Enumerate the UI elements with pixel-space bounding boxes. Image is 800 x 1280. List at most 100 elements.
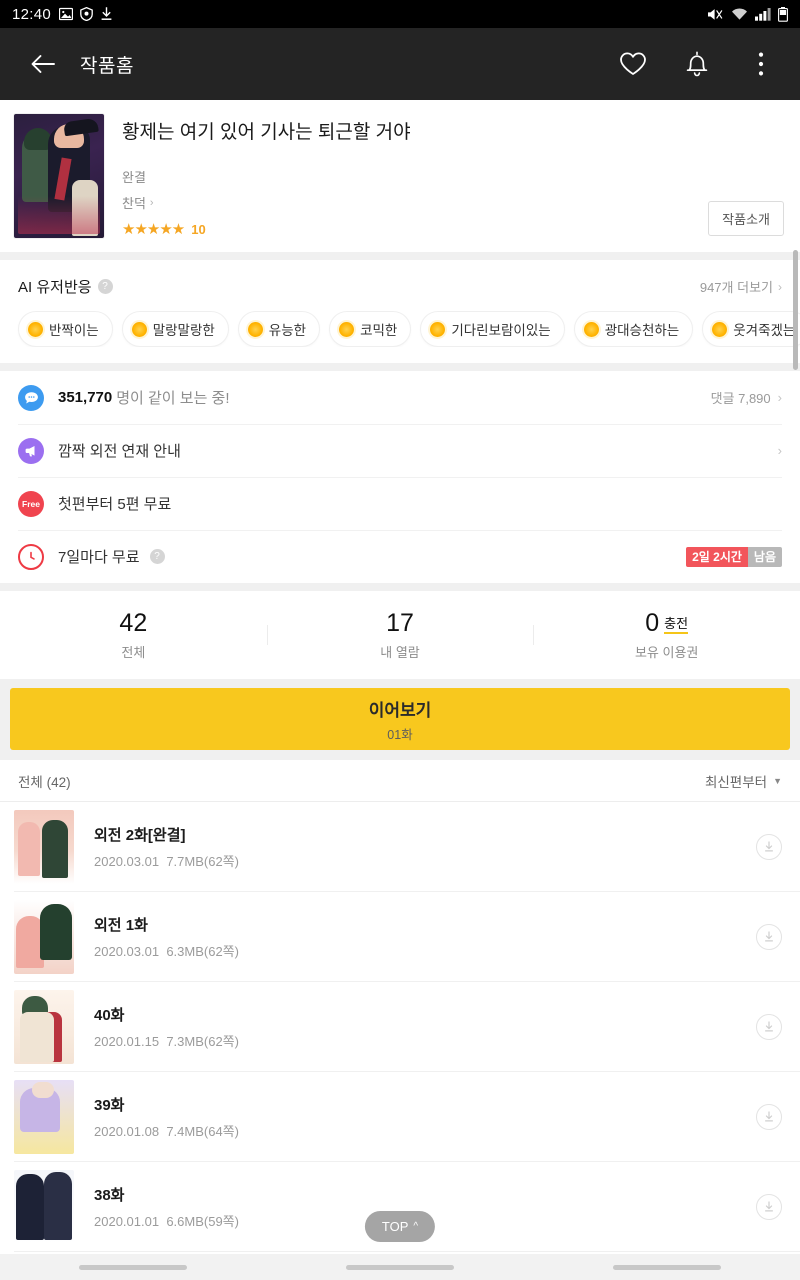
stat-tickets-value: 0 bbox=[645, 608, 660, 637]
app-root: 12:40 작품홈 황제는 여기 있어 기사는 퇴근할 거야 완결 찬덕 › ★… bbox=[0, 0, 800, 1280]
nav-back-button[interactable] bbox=[612, 1264, 721, 1270]
scroll-area[interactable]: 황제는 여기 있어 기사는 퇴근할 거야 완결 찬덕 › ★★★★★ 10 작품… bbox=[0, 100, 800, 1280]
episode-info: 39화 2020.01.08 7.4MB(64쪽) bbox=[94, 1094, 239, 1140]
cover-thumbnail[interactable] bbox=[14, 114, 104, 238]
stat-tickets[interactable]: 0 충전 보유 이용권 bbox=[533, 609, 800, 662]
ai-tag[interactable]: 기다린보람이있는 bbox=[420, 311, 565, 347]
ai-reactions-tag-row[interactable]: 반짝이는 말랑말랑한 유능한 코믹한 기다린보람이있는 광대승천하는 웃겨죽겠는 bbox=[0, 311, 800, 347]
episode-row[interactable]: 40화 2020.01.15 7.3MB(62쪽) bbox=[0, 982, 800, 1072]
stat-tickets-number: 0 충전 bbox=[533, 609, 800, 638]
episode-thumbnail bbox=[14, 1170, 74, 1244]
tag-dot-icon bbox=[131, 321, 147, 337]
episode-size: 7.4MB(64쪽) bbox=[166, 1124, 239, 1139]
ai-tag-label: 말랑말랑한 bbox=[152, 323, 215, 338]
nav-recents-button[interactable] bbox=[79, 1264, 188, 1270]
ai-tag-label: 기다린보람이있는 bbox=[451, 323, 551, 338]
wait-free-text: 7일마다 무료 ? bbox=[58, 546, 165, 567]
work-intro-button[interactable]: 작품소개 bbox=[708, 201, 784, 236]
section-divider bbox=[0, 252, 800, 260]
ai-tag[interactable]: 말랑말랑한 bbox=[121, 311, 229, 347]
rating-value: 10 bbox=[191, 221, 206, 237]
comments-link[interactable]: 댓글 7,890 › bbox=[711, 388, 782, 407]
page-title: 작품홈 bbox=[80, 55, 134, 77]
episode-thumbnail bbox=[14, 990, 74, 1064]
download-circle-icon[interactable] bbox=[756, 1104, 782, 1130]
stat-total-label: 전체 bbox=[121, 645, 146, 661]
wifi-icon bbox=[731, 7, 748, 21]
clock-icon bbox=[18, 543, 44, 570]
ai-tag-label: 광대승천하는 bbox=[604, 323, 680, 338]
comments-label: 댓글 7,890 bbox=[710, 391, 771, 406]
episode-title: 외전 1화 bbox=[94, 917, 148, 934]
chevron-down-icon: ▼ bbox=[773, 776, 782, 786]
stat-total-number: 42 bbox=[119, 608, 148, 637]
viewers-count: 351,770 bbox=[58, 389, 113, 406]
shield-icon bbox=[80, 7, 93, 21]
download-circle-icon[interactable] bbox=[756, 924, 782, 950]
ai-tag[interactable]: 반짝이는 bbox=[18, 311, 113, 347]
star-rating-icon: ★★★★★ bbox=[122, 221, 185, 238]
free-row[interactable]: Free 첫편부터 5편 무료 bbox=[0, 477, 800, 530]
nav-home-button[interactable] bbox=[345, 1264, 454, 1270]
episode-list: 외전 2화[완결] 2020.03.01 7.7MB(62쪽) 외전 1화 20… bbox=[0, 802, 800, 1280]
stat-read-label: 내 열람 bbox=[380, 645, 420, 661]
battery-icon bbox=[778, 6, 788, 22]
episode-date: 2020.03.01 bbox=[94, 944, 160, 959]
overflow-menu-icon[interactable] bbox=[746, 49, 776, 79]
viewers-text: 351,770 명이 같이 보는 중! bbox=[58, 387, 230, 408]
stat-total[interactable]: 42 전체 bbox=[0, 609, 267, 662]
help-icon[interactable]: ? bbox=[97, 279, 113, 294]
scroll-to-top-label: TOP bbox=[381, 1219, 409, 1234]
status-bar-right-icons bbox=[707, 6, 788, 22]
bell-icon[interactable] bbox=[682, 49, 712, 79]
continue-reading-button[interactable]: 이어보기 01화 bbox=[10, 688, 790, 750]
chat-bubble-icon bbox=[18, 384, 44, 411]
episode-sort-dropdown[interactable]: 최신편부터 ▼ bbox=[705, 771, 782, 791]
episode-row[interactable]: 외전 1화 2020.03.01 6.3MB(62쪽) bbox=[0, 892, 800, 982]
mute-icon bbox=[707, 7, 724, 22]
ai-tag[interactable]: 웃겨죽겠는 bbox=[702, 311, 800, 347]
stat-read-number: 17 bbox=[386, 608, 414, 637]
episode-info: 38화 2020.01.01 6.6MB(59쪽) bbox=[94, 1184, 239, 1230]
status-bar-left-icons bbox=[59, 7, 113, 21]
episode-thumbnail bbox=[14, 1080, 74, 1154]
section-divider bbox=[0, 583, 800, 591]
episode-size: 6.6MB(59쪽) bbox=[166, 1214, 239, 1229]
download-circle-icon[interactable] bbox=[756, 834, 782, 860]
author-link[interactable]: 찬덕 › bbox=[122, 193, 154, 212]
vertical-scrollbar[interactable] bbox=[793, 250, 798, 370]
episode-size: 6.3MB(62쪽) bbox=[166, 944, 239, 959]
episode-row[interactable]: 외전 2화[완결] 2020.03.01 7.7MB(62쪽) bbox=[0, 802, 800, 892]
ai-tag[interactable]: 코믹한 bbox=[329, 311, 412, 347]
heart-icon[interactable] bbox=[618, 49, 648, 79]
stat-read[interactable]: 17 내 열람 bbox=[266, 608, 534, 662]
scroll-to-top-button[interactable]: TOP ^ bbox=[364, 1211, 436, 1242]
ai-tag[interactable]: 유능한 bbox=[237, 311, 321, 347]
episode-sort-label: 최신편부터 bbox=[704, 775, 768, 790]
ai-tag-label: 유능한 bbox=[268, 323, 307, 338]
episode-info: 40화 2020.01.15 7.3MB(62쪽) bbox=[94, 1004, 239, 1050]
ai-tag-label: 반짝이는 bbox=[49, 323, 99, 338]
viewers-row[interactable]: 351,770 명이 같이 보는 중! 댓글 7,890 › bbox=[0, 371, 800, 424]
download-circle-icon[interactable] bbox=[756, 1194, 782, 1220]
ai-tag[interactable]: 광대승천하는 bbox=[573, 311, 694, 347]
notice-row[interactable]: 깜짝 외전 연재 안내 › bbox=[0, 424, 800, 477]
free-label: 첫편부터 5편 무료 bbox=[58, 496, 172, 513]
charge-link[interactable]: 충전 bbox=[664, 615, 689, 634]
image-icon bbox=[59, 7, 74, 21]
episode-thumbnail bbox=[14, 810, 74, 884]
help-icon[interactable]: ? bbox=[149, 549, 165, 564]
episode-row[interactable]: 39화 2020.01.08 7.4MB(64쪽) bbox=[0, 1072, 800, 1162]
system-navigation-bar bbox=[0, 1254, 800, 1280]
chevron-right-icon: › bbox=[149, 196, 154, 209]
episode-meta: 2020.03.01 6.3MB(62쪽) bbox=[94, 941, 239, 960]
download-circle-icon[interactable] bbox=[756, 1014, 782, 1040]
notice-chevron[interactable]: › bbox=[778, 443, 782, 458]
ai-reactions-more-link[interactable]: 947개 더보기 › bbox=[700, 277, 782, 296]
work-header: 황제는 여기 있어 기사는 퇴근할 거야 완결 찬덕 › ★★★★★ 10 작품… bbox=[0, 100, 800, 252]
episode-meta: 2020.03.01 7.7MB(62쪽) bbox=[94, 851, 239, 870]
ai-reactions-more-label: 947개 더보기 bbox=[699, 280, 773, 295]
wait-free-row[interactable]: 7일마다 무료 ? 2일 2시간 남음 bbox=[0, 530, 800, 583]
ai-tag-label: 코믹한 bbox=[360, 323, 398, 338]
back-arrow-icon[interactable] bbox=[24, 45, 62, 83]
